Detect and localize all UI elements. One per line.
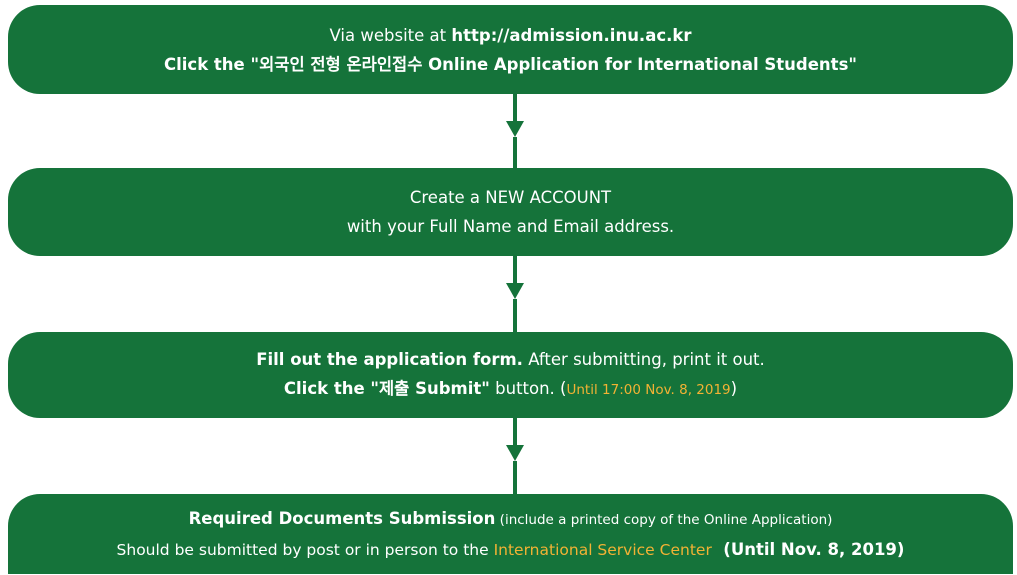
- connector-1b: [513, 137, 517, 168]
- arrow-down-icon: [506, 121, 524, 137]
- documents-note: (include a printed copy of the Online Ap…: [495, 511, 833, 528]
- admission-url: http://admission.inu.ac.kr: [451, 25, 692, 45]
- step-1-intro: Via website at: [329, 25, 452, 45]
- fill-form-instruction: Fill out the application form.: [256, 350, 523, 369]
- step-4-line-1: Required Documents Submission (include a…: [189, 504, 833, 535]
- documents-deadline: (Until Nov. 8, 2019): [711, 539, 905, 559]
- step-4-line-2: Should be submitted by post or in person…: [117, 535, 905, 565]
- submission-method: Should be submitted by post or in person…: [116, 540, 494, 559]
- service-center: International Service Center: [493, 540, 712, 559]
- step-2-line-1: Create a NEW ACCOUNT: [409, 188, 612, 207]
- submit-deadline: Until 17:00 Nov. 8, 2019: [566, 382, 731, 398]
- step-1-line-2: Click the "외국인 전형 온라인접수 Online Applicati…: [164, 54, 857, 74]
- documents-title: Required Documents Submission: [188, 508, 496, 528]
- connector-2b: [513, 299, 517, 332]
- button-word: button. (: [489, 379, 567, 398]
- step-2-box: Create a NEW ACCOUNT with your Full Name…: [8, 168, 1013, 256]
- step-3-line-1: Fill out the application form. After sub…: [256, 345, 765, 374]
- step-4-box: Required Documents Submission (include a…: [8, 494, 1013, 574]
- step-2-line-2: with your Full Name and Email address.: [346, 217, 675, 236]
- print-instruction: After submitting, print it out.: [522, 350, 765, 369]
- arrow-down-icon: [506, 283, 524, 299]
- step-1-line-1: Via website at http://admission.inu.ac.k…: [330, 21, 692, 50]
- connector-3b: [513, 461, 517, 494]
- closing-paren: ): [730, 379, 738, 398]
- submit-instruction: Click the "제출 Submit": [283, 379, 490, 398]
- step-3-line-2: Click the "제출 Submit" button. (Until 17:…: [284, 374, 737, 405]
- step-3-box: Fill out the application form. After sub…: [8, 332, 1013, 418]
- step-1-box: Via website at http://admission.inu.ac.k…: [8, 5, 1013, 94]
- arrow-down-icon: [506, 445, 524, 461]
